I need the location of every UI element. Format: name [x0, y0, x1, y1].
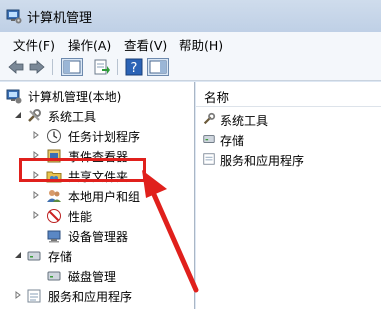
tools-icon [203, 112, 216, 125]
storage-icon [203, 135, 215, 143]
tree-label: 性能 [68, 210, 93, 224]
navigation-tree: 计算机管理(本地) 系统工具 任务计划程序 事件查看器 共享文件夹 本地用户和组… [0, 82, 195, 309]
tree-label: 任务计划程序 [68, 130, 141, 144]
device-manager-icon [47, 230, 61, 243]
column-header-name[interactable]: 名称 [196, 82, 381, 107]
users-icon [47, 190, 61, 202]
menu-file[interactable]: 文件(F) [13, 35, 55, 54]
svg-text:?: ? [131, 61, 138, 76]
highlight-box [19, 158, 146, 182]
menu-bar: 文件(F) 操作(A) 查看(V) 帮助(H) [0, 32, 381, 55]
chevron-down-icon[interactable] [14, 251, 22, 259]
menu-view[interactable]: 查看(V) [124, 35, 167, 54]
chevron-right-icon[interactable] [32, 211, 40, 219]
services-icon [27, 289, 41, 303]
list-item-label: 系统工具 [220, 114, 269, 128]
tree-label: 本地用户和组 [68, 190, 141, 204]
chevron-right-icon[interactable] [32, 131, 40, 139]
help-icon[interactable]: ? [125, 58, 143, 76]
title-bar: 计算机管理 [0, 0, 381, 32]
services-icon [203, 153, 215, 165]
menu-action[interactable]: 操作(A) [68, 35, 111, 54]
tools-icon [28, 109, 41, 122]
chevron-down-icon[interactable] [14, 111, 22, 119]
computer-management-icon [6, 89, 22, 104]
content-pane: 名称 系统工具 存储 服务和应用程序 [196, 82, 381, 309]
toolbar-separator [117, 59, 118, 75]
tree-label: 系统工具 [48, 110, 97, 124]
show-hide-tree-icon[interactable] [61, 58, 83, 76]
disk-management-icon [47, 271, 61, 281]
chevron-right-icon[interactable] [32, 191, 40, 199]
list-item-label: 存储 [220, 134, 245, 148]
performance-icon [47, 209, 61, 223]
tree-label: 存储 [48, 250, 73, 264]
forward-icon[interactable] [28, 58, 46, 76]
computer-management-icon [6, 9, 22, 24]
toolbar: ? [0, 54, 381, 81]
toolbar-separator [52, 59, 53, 75]
chevron-right-icon[interactable] [14, 291, 22, 299]
tree-label: 计算机管理(本地) [28, 90, 122, 104]
tree-label: 服务和应用程序 [48, 290, 133, 304]
tree-label: 磁盘管理 [68, 270, 117, 284]
clock-icon [47, 129, 61, 143]
list-item-label: 服务和应用程序 [220, 154, 305, 168]
column-header-label: 名称 [204, 90, 230, 105]
storage-icon [27, 251, 41, 261]
menu-help[interactable]: 帮助(H) [179, 35, 223, 54]
window-title: 计算机管理 [27, 11, 93, 26]
computer-management-window: 计算机管理 文件(F) 操作(A) 查看(V) 帮助(H) ? 计算机管理(本地… [0, 0, 381, 309]
export-list-icon[interactable] [93, 58, 111, 76]
action-pane-icon[interactable] [147, 58, 169, 76]
tree-label: 设备管理器 [68, 230, 129, 244]
back-icon[interactable] [7, 58, 25, 76]
